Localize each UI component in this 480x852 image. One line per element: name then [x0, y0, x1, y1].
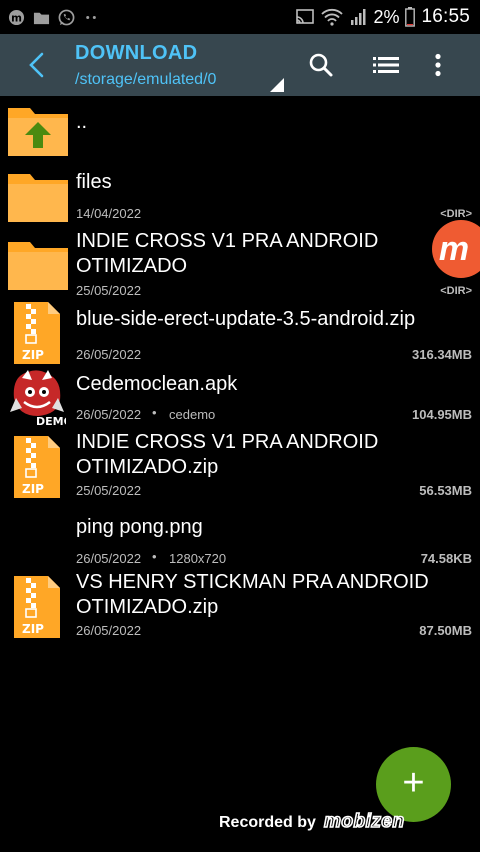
file-name: INDIE CROSS V1 PRA ANDROID OTIMIZADO.zip	[76, 431, 379, 478]
zip-file-icon: ZIP	[14, 302, 74, 364]
mobizen-notification-icon: m	[8, 9, 25, 25]
view-list-button[interactable]	[369, 48, 403, 82]
list-view-icon	[373, 57, 399, 73]
file-name: INDIE CROSS V1 PRA ANDROID OTIMIZADO	[76, 230, 379, 277]
separator-dot: •	[152, 405, 157, 420]
file-name: ..	[76, 111, 88, 133]
folder-title: DOWNLOAD	[75, 42, 198, 64]
file-name: Cedemoclean.apk	[76, 373, 238, 395]
file-date: 25/05/2022	[76, 283, 142, 298]
zip-label: ZIP	[22, 482, 44, 496]
list-item[interactable]: files 14/04/2022 <DIR>	[0, 163, 480, 225]
clock: 16:55	[421, 6, 470, 27]
file-name: blue-side-erect-update-3.5-android.zip	[76, 308, 416, 330]
signal-icon	[351, 9, 366, 25]
list-item[interactable]: ZIP INDIE CROSS V1 PRA ANDROID OTIMIZADO…	[0, 431, 480, 506]
more-notifications-icon	[86, 15, 96, 19]
dropdown-corner-icon	[270, 78, 284, 92]
path-dropdown[interactable]: /storage/emulated/0	[75, 71, 216, 89]
separator-dot: •	[152, 549, 157, 564]
recorded-by-text: Recorded by	[219, 814, 316, 831]
apk-label: DEMO	[36, 415, 66, 428]
file-name: VS HENRY STICKMAN PRA ANDROID OTIMIZADO.…	[76, 571, 429, 618]
file-meta: 1280x720	[169, 551, 227, 566]
search-button[interactable]	[304, 48, 338, 82]
svg-text:m: m	[11, 12, 22, 24]
list-item[interactable]: DEMO Cedemoclean.apk 26/05/2022 • cedemo…	[0, 368, 480, 432]
file-date: 26/05/2022	[76, 551, 142, 566]
file-size: 74.58KB	[420, 551, 472, 566]
file-date: 25/05/2022	[76, 483, 142, 498]
file-meta: cedemo	[169, 407, 216, 422]
image-thumbnail	[8, 510, 68, 570]
battery-icon	[405, 7, 416, 27]
list-item[interactable]: ZIP VS HENRY STICKMAN PRA ANDROID OTIMIZ…	[0, 571, 480, 646]
list-item[interactable]: ZIP blue-side-erect-update-3.5-android.z…	[0, 302, 480, 366]
list-item[interactable]: INDIE CROSS V1 PRA ANDROID OTIMIZADO 25/…	[0, 228, 480, 300]
mobizen-watermark-logo: mobizen	[323, 810, 405, 833]
file-name: ping pong.png	[76, 516, 203, 538]
overflow-menu-button[interactable]	[421, 48, 455, 82]
more-vert-icon	[435, 53, 441, 77]
file-size: <DIR>	[440, 208, 472, 220]
file-name: files	[76, 171, 112, 193]
list-item-parent[interactable]: ..	[0, 96, 480, 160]
cast-icon	[296, 9, 315, 24]
folder-notification-icon	[33, 12, 50, 24]
battery-percent: 2%	[373, 6, 400, 27]
folder-icon	[8, 236, 68, 296]
file-date: 26/05/2022	[76, 623, 142, 638]
plus-icon: +	[402, 761, 425, 804]
chevron-left-icon	[29, 52, 44, 78]
file-size: 87.50MB	[419, 623, 472, 638]
parent-folder-icon	[8, 102, 68, 162]
zip-label: ZIP	[22, 348, 44, 362]
list-item[interactable]: ping pong.png 26/05/2022 • 1280x720 74.5…	[0, 510, 480, 572]
folder-icon	[8, 168, 68, 228]
file-size: 316.34MB	[412, 347, 472, 362]
status-bar: m 2% 16:55	[0, 0, 480, 34]
file-date: 26/05/2022	[76, 407, 142, 422]
toolbar: DOWNLOAD /storage/emulated/0	[0, 34, 480, 96]
zip-file-icon: ZIP	[14, 576, 74, 638]
whatsapp-notification-icon	[58, 9, 75, 25]
wifi-icon	[321, 8, 344, 26]
file-date: 26/05/2022	[76, 347, 142, 362]
apk-app-icon: DEMO	[8, 368, 73, 428]
search-icon	[309, 53, 333, 77]
zip-file-icon: ZIP	[14, 436, 74, 498]
file-size: 56.53MB	[419, 483, 472, 498]
file-date: 14/04/2022	[76, 206, 142, 221]
back-button[interactable]	[22, 48, 52, 82]
mobizen-logo: m	[438, 229, 470, 268]
zip-label: ZIP	[22, 622, 44, 636]
file-size: <DIR>	[440, 285, 472, 297]
file-size: 104.95MB	[412, 407, 472, 422]
